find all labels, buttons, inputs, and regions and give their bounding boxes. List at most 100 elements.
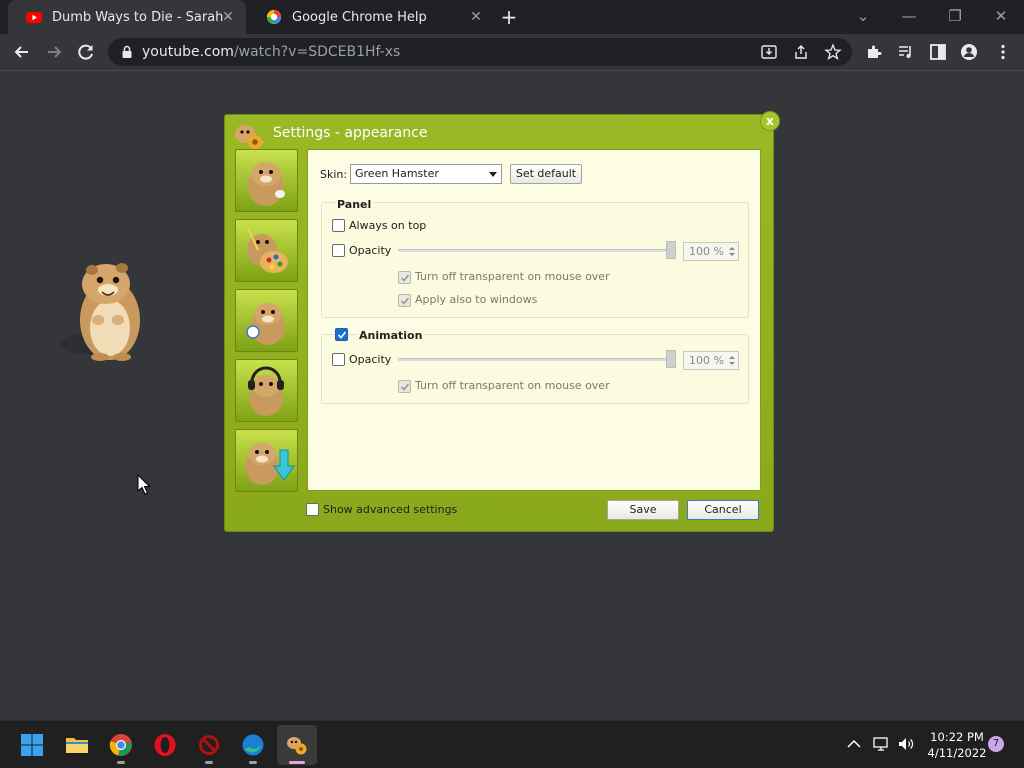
side-panel-icon[interactable]	[929, 43, 947, 61]
taskbar-chrome[interactable]	[101, 725, 141, 765]
restore-icon[interactable]: ❐	[943, 4, 967, 28]
running-indicator	[249, 761, 257, 764]
address-bar[interactable]: youtube.com/watch?v=SDCEB1Hf-xs	[108, 38, 852, 66]
taskbar-hamster-settings[interactable]	[277, 725, 317, 765]
panel-opacity-slider-thumb[interactable]	[666, 241, 676, 259]
spin-down-icon[interactable]	[729, 253, 735, 256]
lock-icon[interactable]	[120, 45, 134, 59]
notification-badge[interactable]: 7	[988, 736, 1004, 752]
cancel-button[interactable]: Cancel	[687, 500, 759, 520]
tab-search-icon[interactable]: ⌄	[851, 4, 875, 28]
taskbar-app-red[interactable]	[189, 725, 229, 765]
sidebar-item-audio[interactable]	[235, 359, 298, 422]
always-on-top-label: Always on top	[349, 219, 427, 232]
opera-icon	[154, 734, 176, 756]
checkmark-icon	[400, 297, 410, 305]
minimize-icon[interactable]: —	[897, 4, 921, 28]
skin-select[interactable]: Green Hamster	[350, 164, 502, 184]
bookmark-star-icon[interactable]	[824, 43, 842, 61]
spin-down-icon[interactable]	[729, 362, 735, 365]
dialog-title: Settings - appearance	[273, 125, 428, 141]
animation-group: Animation Opacity 100 % Turn off transpa…	[321, 328, 749, 404]
windows-logo-icon	[21, 734, 43, 756]
panel-group-title: Panel	[335, 198, 374, 211]
back-icon[interactable]	[9, 39, 35, 65]
close-window-icon[interactable]: ✕	[989, 4, 1013, 28]
forward-icon[interactable]	[41, 39, 67, 65]
sidebar-item-update[interactable]	[235, 429, 298, 492]
spin-up-icon[interactable]	[729, 247, 735, 250]
chevron-up-icon[interactable]	[845, 735, 863, 753]
save-button[interactable]: Save	[607, 500, 679, 520]
animation-turn-off-transparent-label: Turn off transparent on mouse over	[415, 379, 610, 392]
sidebar-item-sound[interactable]	[235, 289, 298, 352]
url-text: youtube.com/watch?v=SDCEB1Hf-xs	[142, 38, 400, 66]
always-on-top-checkbox[interactable]	[332, 219, 345, 232]
close-tab-icon[interactable]: ✕	[220, 9, 236, 25]
start-button[interactable]	[12, 725, 52, 765]
network-icon[interactable]	[872, 735, 890, 753]
hamster-palette-icon	[247, 227, 288, 273]
extensions-icon[interactable]	[865, 43, 883, 61]
set-default-button[interactable]: Set default	[510, 164, 582, 184]
share-icon[interactable]	[792, 43, 810, 61]
app-logo-icon	[235, 125, 264, 151]
tab-title: Google Chrome Help	[292, 9, 427, 25]
animation-opacity-value: 100 %	[689, 354, 724, 367]
youtube-icon	[26, 12, 42, 23]
system-clock[interactable]: 10:22 PM 4/11/2022	[924, 729, 990, 761]
apply-windows-label: Apply also to windows	[415, 293, 538, 306]
browser-tab-strip: Dumb Ways to Die - Sarah - You ✕ Google …	[0, 0, 1024, 34]
running-indicator	[117, 761, 125, 764]
hamster-headphones-icon	[248, 366, 284, 416]
tab-title: Dumb Ways to Die - Sarah - You	[52, 9, 230, 25]
panel-opacity-label: Opacity	[349, 244, 392, 257]
hamster-character-image[interactable]	[58, 254, 150, 366]
chrome-icon	[109, 734, 132, 756]
install-app-icon[interactable]	[760, 43, 778, 61]
animation-opacity-slider-thumb[interactable]	[666, 350, 676, 368]
checkmark-icon	[337, 331, 347, 339]
browser-toolbar: youtube.com/watch?v=SDCEB1Hf-xs	[0, 34, 1024, 71]
globe-app-icon	[242, 734, 264, 756]
menu-kebab-icon[interactable]	[994, 43, 1012, 61]
profile-avatar-icon[interactable]	[960, 43, 978, 61]
dialog-close-button[interactable]: x	[760, 111, 780, 131]
animation-opacity-slider[interactable]	[398, 358, 668, 361]
show-advanced-checkbox[interactable]	[306, 503, 319, 516]
panel-opacity-spinbox[interactable]: 100 %	[683, 242, 739, 261]
settings-dialog: Settings - appearance x Skin: Green Hams…	[224, 111, 780, 532]
clock-time: 10:22 PM	[930, 730, 984, 744]
taskbar-file-explorer[interactable]	[57, 725, 97, 765]
close-tab-icon[interactable]: ✕	[468, 9, 484, 25]
reload-icon[interactable]	[73, 39, 99, 65]
running-indicator	[205, 761, 213, 764]
sidebar-item-appearance[interactable]	[235, 219, 298, 282]
tab-youtube[interactable]: Dumb Ways to Die - Sarah - You ✕	[8, 0, 246, 34]
google-icon	[267, 10, 281, 24]
hamster-clock-icon	[246, 303, 285, 345]
panel-opacity-slider[interactable]	[398, 249, 668, 252]
panel-group: Panel Always on top Opacity 100 % Turn o…	[321, 198, 749, 318]
new-tab-button[interactable]: +	[498, 6, 520, 28]
spin-up-icon[interactable]	[729, 356, 735, 359]
volume-icon[interactable]	[897, 735, 915, 753]
panel-turn-off-transparent-checkbox[interactable]	[398, 271, 411, 284]
settings-content-panel: Skin: Green Hamster Set default Panel Al…	[307, 149, 761, 491]
animation-opacity-spinbox[interactable]: 100 %	[683, 351, 739, 370]
taskbar-edge-app[interactable]	[233, 725, 273, 765]
animation-opacity-checkbox[interactable]	[332, 353, 345, 366]
url-host: youtube.com	[142, 44, 234, 60]
animation-enabled-checkbox[interactable]	[335, 328, 348, 341]
show-advanced-label: Show advanced settings	[323, 503, 458, 516]
tab-chrome-help[interactable]: Google Chrome Help ✕	[248, 0, 494, 34]
checkmark-icon	[400, 274, 410, 282]
media-control-icon[interactable]	[897, 43, 915, 61]
folder-icon	[66, 738, 88, 753]
skin-select-value: Green Hamster	[355, 167, 439, 180]
animation-turn-off-transparent-checkbox[interactable]	[398, 380, 411, 393]
panel-opacity-checkbox[interactable]	[332, 244, 345, 257]
taskbar-opera[interactable]	[145, 725, 185, 765]
apply-windows-checkbox[interactable]	[398, 294, 411, 307]
sidebar-item-general[interactable]	[235, 149, 298, 212]
